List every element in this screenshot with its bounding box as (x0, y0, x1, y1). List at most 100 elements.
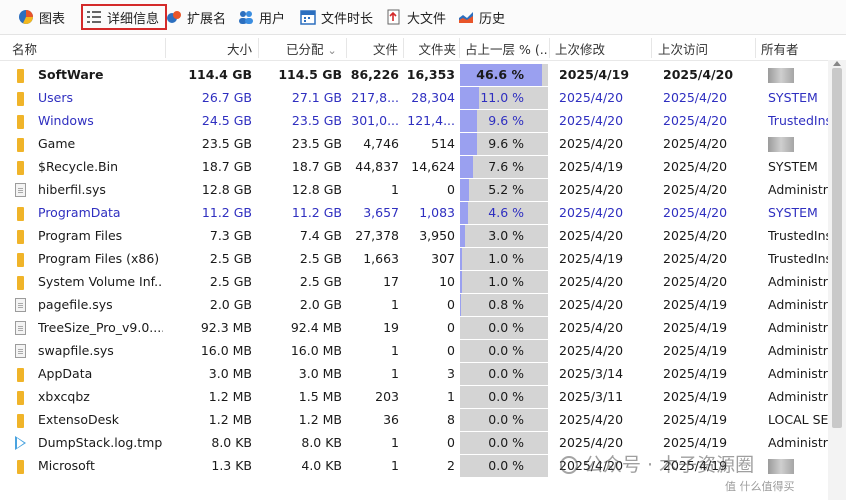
cell-size: 12.8 GB (201, 182, 252, 197)
cell-modified: 2025/4/19 (559, 67, 630, 82)
percent-bar: 1.0 % (460, 248, 548, 270)
cell-name: swapfile.sys (38, 343, 114, 358)
cell-name: AppData (38, 366, 93, 381)
tab-large-files[interactable]: 大文件 (386, 5, 446, 29)
scroll-up-arrow-icon[interactable] (833, 61, 841, 66)
scrollbar-thumb[interactable] (832, 68, 842, 428)
column-accessed[interactable]: 上次访问 (658, 39, 708, 58)
table-row[interactable]: swapfile.sys 16.0 MB 16.0 MB 1 0 0.0 % 2025/4/… (0, 340, 828, 363)
tab-details[interactable]: 详细信息 (81, 4, 168, 30)
cell-size: 8.0 KB (211, 435, 252, 450)
percent-bar: 7.6 % (460, 156, 548, 178)
cell-modified: 2025/4/20 (559, 136, 624, 151)
table-row[interactable]: ExtensoDesk 1.2 MB 1.2 MB 36 8 0.0 % 2025/4/20… (0, 409, 828, 432)
table-row[interactable]: pagefile.sys 2.0 GB 2.0 GB 1 0 0.8 % 2025/4/20… (0, 294, 828, 317)
cell-modified: 2025/4/20 (559, 320, 624, 335)
cell-size: 16.0 MB (200, 343, 252, 358)
play-file-icon (15, 436, 26, 450)
column-name[interactable]: 名称 (12, 39, 37, 58)
cell-size: 24.5 GB (201, 113, 252, 128)
cell-folders: 0 (447, 182, 455, 197)
cell-size: 7.3 GB (209, 228, 252, 243)
tab-label: 文件时长 (321, 11, 374, 27)
folder-icon (17, 460, 24, 474)
table-row[interactable]: TreeSize_Pro_v9.0.... 92.3 MB 92.4 MB 19 0 0.… (0, 317, 828, 340)
cell-allocated: 114.5 GB (278, 67, 342, 82)
cell-size: 3.0 MB (208, 366, 252, 381)
table-row[interactable]: Program Files (x86) 2.5 GB 2.5 GB 1,663 307 1… (0, 248, 828, 271)
column-divider[interactable] (403, 38, 404, 58)
table-row[interactable]: Users 26.7 GB 27.1 GB 217,8... 28,304 11.0 % 2… (0, 87, 828, 110)
column-modified[interactable]: 上次修改 (555, 39, 605, 58)
column-files[interactable]: 文件 (350, 39, 398, 58)
cell-percent: 0.0 % (488, 343, 524, 358)
cell-percent: 3.0 % (488, 228, 524, 243)
column-divider[interactable] (346, 38, 347, 58)
cell-accessed: 2025/4/19 (663, 320, 728, 335)
column-folders[interactable]: 文件夹 (408, 39, 456, 58)
table-row[interactable]: System Volume Inf... 2.5 GB 2.5 GB 17 10 1.0 … (0, 271, 828, 294)
tab-extension[interactable]: 扩展名 (166, 5, 226, 29)
table-row[interactable]: Game 23.5 GB 23.5 GB 4,746 514 9.6 % 2025/4/20… (0, 133, 828, 156)
owner-blurred (768, 68, 794, 83)
table-row[interactable]: SoftWare 114.4 GB 114.5 GB 86,226 16,353 46.6… (0, 64, 828, 87)
column-size[interactable]: 大小 (170, 39, 252, 58)
cell-allocated: 12.8 GB (291, 182, 342, 197)
cell-name: ProgramData (38, 205, 121, 220)
column-divider[interactable] (651, 38, 652, 58)
cell-allocated: 27.1 GB (291, 90, 342, 105)
cell-folders: 28,304 (411, 90, 455, 105)
folder-icon (17, 253, 24, 267)
vertical-scrollbar[interactable] (828, 60, 846, 500)
cell-name: xbxcqbz (38, 389, 90, 404)
tab-label: 用户 (259, 11, 286, 27)
cell-name: ExtensoDesk (38, 412, 120, 427)
table-row[interactable]: Program Files 7.3 GB 7.4 GB 27,378 3,950 3.0 … (0, 225, 828, 248)
tab-history[interactable]: 历史 (458, 5, 505, 29)
table-row[interactable]: hiberfil.sys 12.8 GB 12.8 GB 1 0 5.2 % 2025/4/… (0, 179, 828, 202)
cell-name: System Volume Inf... (38, 274, 163, 289)
column-divider[interactable] (549, 38, 550, 58)
column-divider[interactable] (165, 38, 166, 58)
percent-bar: 0.0 % (460, 317, 548, 339)
table-row[interactable]: AppData 3.0 MB 3.0 MB 1 3 0.0 % 2025/3/14 2025/… (0, 363, 828, 386)
percent-bar: 4.6 % (460, 202, 548, 224)
watermark-text: 公众号 · 木子资源圈 (584, 454, 755, 476)
cell-modified: 2025/3/11 (559, 389, 624, 404)
cell-files: 44,837 (355, 159, 399, 174)
cell-accessed: 2025/4/20 (663, 205, 728, 220)
tab-users[interactable]: 用户 (238, 5, 285, 29)
cell-name: TreeSize_Pro_v9.0.... (38, 320, 163, 335)
column-owner[interactable]: 所有者 (761, 39, 799, 58)
folder-icon (17, 115, 24, 129)
percent-bar: 9.6 % (460, 110, 548, 132)
column-percent[interactable]: 占上一层 % (... (465, 39, 547, 58)
table-row[interactable]: $Recycle.Bin 18.7 GB 18.7 GB 44,837 14,624 7.… (0, 156, 828, 179)
table-row[interactable]: Windows 24.5 GB 23.5 GB 301,0... 121,4... 9.6… (0, 110, 828, 133)
column-divider[interactable] (258, 38, 259, 58)
column-divider[interactable] (755, 38, 756, 58)
table-row[interactable]: xbxcqbz 1.2 MB 1.5 MB 203 1 0.0 % 2025/3/11 202… (0, 386, 828, 409)
table-row[interactable]: ProgramData 11.2 GB 11.2 GB 3,657 1,083 4.6 %… (0, 202, 828, 225)
column-allocated[interactable]: 已分配 ⌄ (286, 39, 337, 58)
extension-icon (166, 9, 182, 25)
tab-file-age[interactable]: 文件时长 (300, 5, 373, 29)
cell-modified: 2025/3/14 (559, 366, 624, 381)
tab-chart[interactable]: 图表 (18, 5, 65, 29)
cell-accessed: 2025/4/19 (663, 343, 728, 358)
percent-bar: 0.0 % (460, 340, 548, 362)
column-allocated-label: 已分配 (286, 42, 324, 57)
cell-folders: 3,950 (419, 228, 455, 243)
percent-bar: 9.6 % (460, 133, 548, 155)
cell-files: 1 (391, 182, 399, 197)
cell-name: Program Files (38, 228, 123, 243)
percent-bar: 0.0 % (460, 455, 548, 477)
cell-size: 23.5 GB (201, 136, 252, 151)
cell-percent: 0.0 % (488, 435, 524, 450)
cell-size: 92.3 MB (200, 320, 252, 335)
cell-folders: 3 (447, 366, 455, 381)
pie-chart-icon (18, 9, 34, 25)
cell-percent: 4.6 % (488, 205, 524, 220)
folder-icon (17, 276, 24, 290)
column-divider[interactable] (459, 38, 460, 58)
